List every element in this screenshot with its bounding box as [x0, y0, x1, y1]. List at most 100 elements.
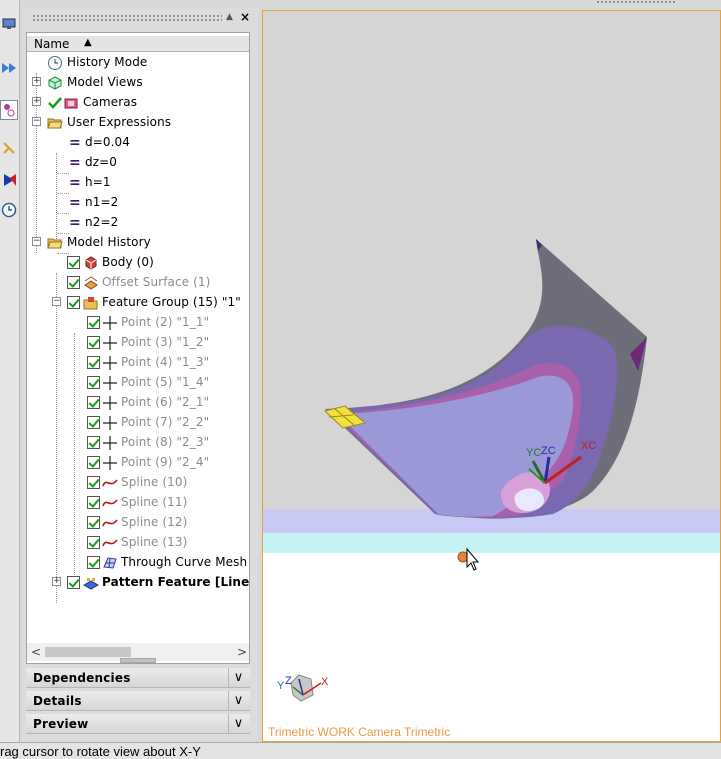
tree-item-offset-surface[interactable]: Offset Surface (1)	[27, 273, 249, 293]
tree-item-label: Point (9) "2_4"	[121, 455, 210, 469]
toolbar-grip[interactable]	[596, 0, 676, 5]
tree-item-spline[interactable]: Spline (12)	[27, 513, 249, 533]
tree-item-point[interactable]: Point (7) "2_2"	[27, 413, 249, 433]
expression-icon: =	[69, 135, 81, 151]
expression-icon: =	[69, 155, 81, 171]
collapse-icon[interactable]: −	[32, 117, 41, 126]
scrollbar-thumb[interactable]	[45, 647, 131, 657]
tree-item-point[interactable]: Point (8) "2_3"	[27, 433, 249, 453]
visibility-checkbox[interactable]	[87, 476, 100, 489]
clock-icon	[47, 55, 63, 71]
tree-item-expression[interactable]: = dz=0	[27, 153, 249, 173]
tree-item-feature-group[interactable]: − Feature Group (15) "1"	[27, 293, 249, 313]
tree-item-through-curve-mesh[interactable]: Through Curve Mesh (	[27, 553, 249, 573]
tree-item-expression[interactable]: = n2=2	[27, 213, 249, 233]
visibility-checkbox[interactable]	[87, 336, 100, 349]
surface-model[interactable]	[325, 239, 647, 519]
tree-item-point[interactable]: Point (6) "2_1"	[27, 393, 249, 413]
graphics-window[interactable]: YC ZC XC Y Z X Trimetric WORK Camera Tri…	[262, 10, 721, 742]
feature-group-icon	[83, 295, 99, 311]
collapse-icon[interactable]: −	[52, 297, 61, 306]
point-icon	[102, 415, 118, 431]
tree-item-label: Spline (11)	[121, 495, 188, 509]
visibility-checkbox[interactable]	[87, 436, 100, 449]
tree-item-spline[interactable]: Spline (11)	[27, 493, 249, 513]
visibility-checkbox[interactable]	[67, 296, 80, 309]
tree-item-model-history[interactable]: − Model History	[27, 233, 249, 253]
close-icon[interactable]: ×	[240, 10, 250, 24]
csys-yc-label: YC	[526, 447, 541, 459]
tree-item-label: Offset Surface (1)	[102, 275, 211, 289]
tree-item-label: dz=0	[85, 155, 118, 169]
fast-forward-icon[interactable]	[0, 58, 18, 78]
tree-item-model-views[interactable]: + Model Views	[27, 73, 249, 93]
chevron-down-icon[interactable]: ∨	[228, 668, 248, 688]
tree-item-user-expressions[interactable]: − User Expressions	[27, 113, 249, 133]
tree-item-expression[interactable]: = n1=2	[27, 193, 249, 213]
tree-item-label: n2=2	[85, 215, 119, 229]
chevron-down-icon[interactable]: ∨	[228, 691, 248, 711]
visibility-checkbox[interactable]	[87, 416, 100, 429]
expand-icon[interactable]: +	[32, 77, 41, 86]
dependencies-panel-header[interactable]: Dependencies ∨	[26, 668, 250, 688]
visibility-checkbox[interactable]	[67, 576, 80, 589]
tree-item-point[interactable]: Point (2) "1_1"	[27, 313, 249, 333]
column-header-name[interactable]: Name ▲	[27, 36, 249, 52]
tree-item-expression[interactable]: = h=1	[27, 173, 249, 193]
monitor-icon[interactable]	[0, 14, 18, 34]
visibility-checkbox[interactable]	[87, 456, 100, 469]
history-clock-icon[interactable]	[0, 200, 18, 220]
panel-title: Details	[33, 694, 82, 708]
tree-item-spline[interactable]: Spline (13)	[27, 533, 249, 553]
model-scene[interactable]: YC ZC XC Y Z X	[263, 11, 721, 742]
assembly-icon[interactable]	[0, 170, 18, 190]
tree-item-body[interactable]: Body (0)	[27, 253, 249, 273]
visibility-checkbox[interactable]	[87, 536, 100, 549]
tree-item-label: Point (5) "1_4"	[121, 375, 210, 389]
tree-item-pattern-feature[interactable]: + Pattern Feature [Linear	[27, 573, 249, 593]
scroll-right-icon[interactable]: >	[237, 645, 247, 659]
tree-item-label: Body (0)	[102, 255, 154, 269]
triad-y-label: Y	[277, 680, 285, 692]
expand-icon[interactable]: +	[32, 97, 41, 106]
tree-item-label: Feature Group (15) "1"	[102, 295, 241, 309]
tree-item-spline[interactable]: Spline (10)	[27, 473, 249, 493]
tree-item-label: Point (6) "2_1"	[121, 395, 210, 409]
constraint-icon[interactable]	[0, 138, 18, 158]
visibility-checkbox[interactable]	[87, 396, 100, 409]
visibility-checkbox[interactable]	[67, 256, 80, 269]
tree-item-point[interactable]: Point (9) "2_4"	[27, 453, 249, 473]
scroll-left-icon[interactable]: <	[31, 645, 41, 659]
views-icon	[47, 75, 63, 91]
tree-item-history-mode[interactable]: History Mode	[27, 53, 249, 73]
through-curve-mesh-icon	[102, 555, 118, 571]
tree-item-cameras[interactable]: + Cameras	[27, 93, 249, 113]
tree-item-point[interactable]: Point (3) "1_2"	[27, 333, 249, 353]
visibility-checkbox[interactable]	[67, 276, 80, 289]
visibility-checkbox[interactable]	[87, 356, 100, 369]
visibility-checkbox[interactable]	[87, 516, 100, 529]
tree-item-label: h=1	[85, 175, 111, 189]
chevron-down-icon[interactable]: ∨	[228, 714, 248, 734]
visibility-checkbox[interactable]	[87, 496, 100, 509]
tree-item-point[interactable]: Point (5) "1_4"	[27, 373, 249, 393]
panel-splitter[interactable]	[120, 658, 156, 663]
tree-item-label: Point (4) "1_3"	[121, 355, 210, 369]
drag-grip[interactable]	[32, 14, 222, 22]
visibility-checkbox[interactable]	[87, 376, 100, 389]
tree-item-label: Point (3) "1_2"	[121, 335, 210, 349]
tree-item-expression[interactable]: = d=0.04	[27, 133, 249, 153]
part-navigator-tab-icon[interactable]	[0, 100, 18, 120]
visibility-checkbox[interactable]	[87, 556, 100, 569]
details-panel-header[interactable]: Details ∨	[26, 691, 250, 711]
pin-icon[interactable]: ▲	[226, 12, 233, 22]
sort-ascending-icon: ▲	[84, 37, 92, 48]
panel-title: Preview	[33, 717, 89, 731]
offset-surface-icon	[83, 275, 99, 291]
collapse-icon[interactable]: −	[32, 237, 41, 246]
preview-panel-header[interactable]: Preview ∨	[26, 714, 250, 734]
expand-icon[interactable]: +	[52, 577, 61, 586]
point-icon	[102, 455, 118, 471]
tree-item-point[interactable]: Point (4) "1_3"	[27, 353, 249, 373]
visibility-checkbox[interactable]	[87, 316, 100, 329]
